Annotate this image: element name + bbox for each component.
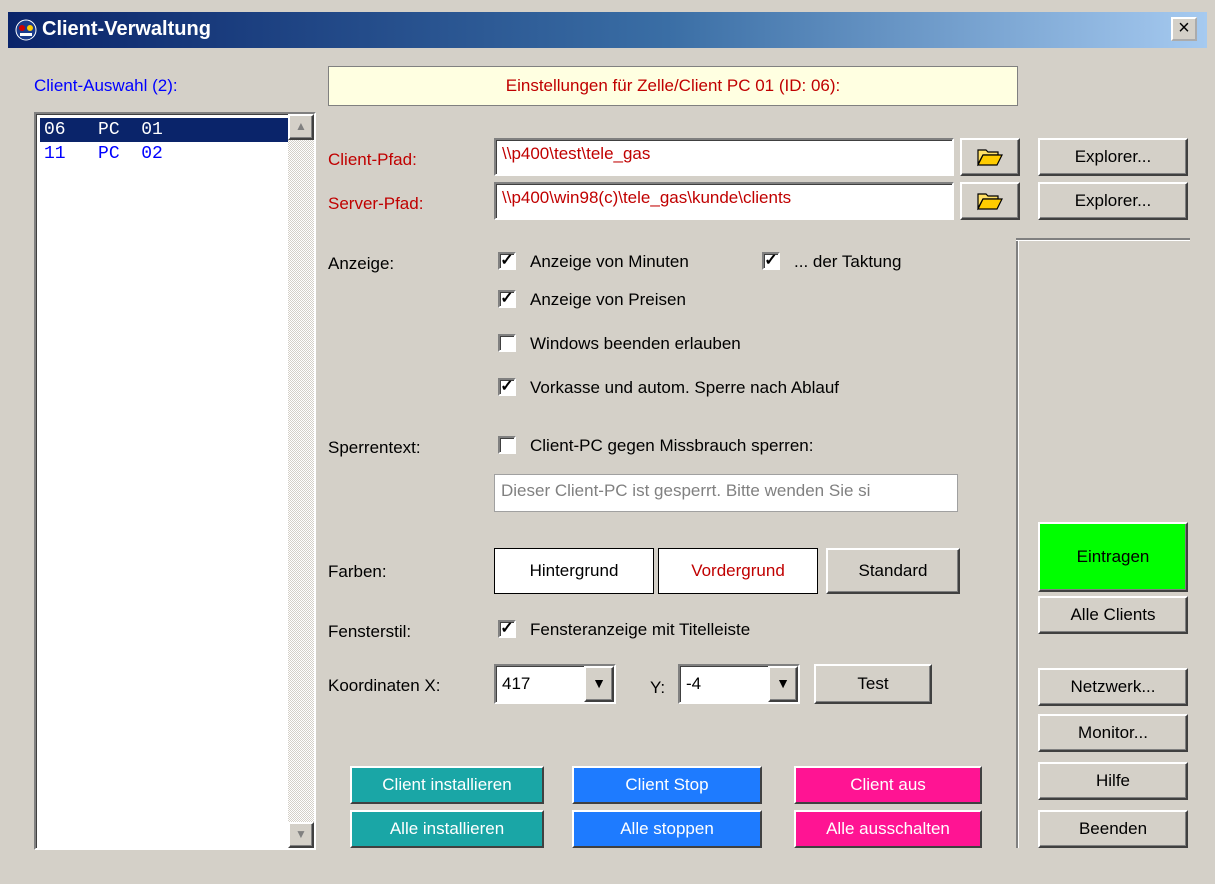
- client-name: PC 02: [98, 144, 163, 164]
- alle-installieren-button[interactable]: Alle installieren: [350, 810, 544, 848]
- alle-stoppen-button[interactable]: Alle stoppen: [572, 810, 762, 848]
- fensterstil-label: Fensterstil:: [328, 622, 412, 641]
- scroll-up-button[interactable]: ▲: [288, 114, 314, 140]
- sperrentext-input[interactable]: Dieser Client-PC ist gesperrt. Bitte wen…: [494, 474, 958, 512]
- client-path-browse-button[interactable]: [960, 138, 1020, 176]
- client-stop-button[interactable]: Client Stop: [572, 766, 762, 804]
- windows-checkbox[interactable]: [498, 334, 516, 352]
- farben-label: Farben:: [328, 562, 387, 581]
- scroll-down-button[interactable]: ▼: [288, 822, 314, 848]
- vorkasse-label: Vorkasse und autom. Sperre nach Ablauf: [530, 378, 840, 397]
- chevron-down-icon[interactable]: ▼: [584, 666, 614, 702]
- hintergrund-button[interactable]: Hintergrund: [494, 548, 654, 594]
- y-value: -4: [686, 674, 702, 693]
- client-verwaltung-window: Client-Verwaltung × Client-Auswahl (2): …: [0, 0, 1215, 884]
- title-bar[interactable]: Client-Verwaltung ×: [8, 12, 1207, 48]
- client-path-input[interactable]: \\p400\test\tele_gas: [494, 138, 954, 176]
- standard-button[interactable]: Standard: [826, 548, 960, 594]
- chevron-down-icon[interactable]: ▼: [768, 666, 798, 702]
- titelleiste-checkbox[interactable]: ✓: [498, 620, 516, 638]
- client-listbox[interactable]: 06 PC 01 11 PC 02 ▲ ▼: [34, 112, 316, 850]
- client-installieren-button[interactable]: Client installieren: [350, 766, 544, 804]
- client-list-label: Client-Auswahl (2):: [34, 76, 178, 95]
- koordinaten-label: Koordinaten X:: [328, 676, 441, 695]
- x-select[interactable]: 417 ▼: [494, 664, 616, 704]
- preisen-checkbox[interactable]: ✓: [498, 290, 516, 308]
- window-title: Client-Verwaltung: [42, 18, 211, 40]
- client-id: 11: [44, 144, 66, 164]
- app-icon: [15, 19, 37, 41]
- server-explorer-button[interactable]: Explorer...: [1038, 182, 1188, 220]
- test-button[interactable]: Test: [814, 664, 932, 704]
- client-path-label: Client-Pfad:: [328, 150, 417, 169]
- monitor-button[interactable]: Monitor...: [1038, 714, 1188, 752]
- alle-ausschalten-button[interactable]: Alle ausschalten: [794, 810, 982, 848]
- server-path-label: Server-Pfad:: [328, 194, 424, 213]
- preisen-label: Anzeige von Preisen: [530, 290, 686, 309]
- client-id: 06: [44, 120, 66, 140]
- vordergrund-button[interactable]: Vordergrund: [658, 548, 818, 594]
- alle-clients-button[interactable]: Alle Clients: [1038, 596, 1188, 634]
- windows-label: Windows beenden erlauben: [530, 334, 741, 353]
- client-name: PC 01: [98, 120, 163, 140]
- eintragen-button[interactable]: Eintragen: [1038, 522, 1188, 592]
- hilfe-button[interactable]: Hilfe: [1038, 762, 1188, 800]
- minuten-label: Anzeige von Minuten: [530, 252, 689, 271]
- beenden-button[interactable]: Beenden: [1038, 810, 1188, 848]
- close-icon: ×: [1178, 17, 1190, 39]
- sperrentext-label: Sperrentext:: [328, 438, 421, 457]
- settings-header: Einstellungen für Zelle/Client PC 01 (ID…: [328, 66, 1018, 106]
- y-label: Y:: [650, 678, 666, 697]
- sperren-label: Client-PC gegen Missbrauch sperren:: [530, 436, 814, 455]
- scrollbar[interactable]: ▲ ▼: [288, 114, 314, 848]
- y-select[interactable]: -4 ▼: [678, 664, 800, 704]
- close-button[interactable]: ×: [1171, 17, 1197, 41]
- netzwerk-button[interactable]: Netzwerk...: [1038, 668, 1188, 706]
- vorkasse-checkbox[interactable]: ✓: [498, 378, 516, 396]
- taktung-checkbox[interactable]: ✓: [762, 252, 780, 270]
- separator-vertical: [1016, 238, 1019, 848]
- server-path-input[interactable]: \\p400\win98(c)\tele_gas\kunde\clients: [494, 182, 954, 220]
- sperren-checkbox[interactable]: [498, 436, 516, 454]
- minuten-checkbox[interactable]: ✓: [498, 252, 516, 270]
- taktung-label: ... der Taktung: [794, 252, 902, 271]
- folder-open-icon: [977, 149, 1003, 167]
- client-list-items: 06 PC 01 11 PC 02: [39, 117, 289, 166]
- client-aus-button[interactable]: Client aus: [794, 766, 982, 804]
- separator-horizontal: [1016, 238, 1190, 241]
- x-value: 417: [502, 674, 531, 693]
- server-path-browse-button[interactable]: [960, 182, 1020, 220]
- list-item[interactable]: 11 PC 02: [40, 142, 288, 166]
- anzeige-label: Anzeige:: [328, 254, 395, 273]
- folder-open-icon: [977, 193, 1003, 211]
- client-explorer-button[interactable]: Explorer...: [1038, 138, 1188, 176]
- list-item[interactable]: 06 PC 01: [39, 117, 289, 143]
- titelleiste-label: Fensteranzeige mit Titelleiste: [530, 620, 751, 639]
